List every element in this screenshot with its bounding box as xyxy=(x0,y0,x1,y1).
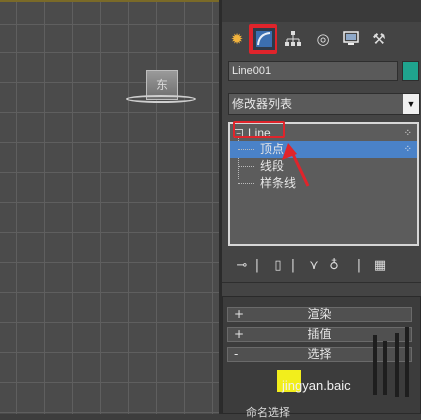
grid-line xyxy=(100,2,101,414)
grid-line xyxy=(0,322,219,323)
grid-line xyxy=(0,24,219,25)
grid-line xyxy=(0,172,219,173)
grid-line xyxy=(44,2,45,414)
grid-line xyxy=(0,232,219,233)
viewcube-ring[interactable] xyxy=(126,95,196,103)
command-panel: ✹ ◎ ⚒ Line001 修改器列表 ▼ − Line ⁘ 顶点 ⁘ 线段 样… xyxy=(222,0,421,419)
grid-line xyxy=(0,202,219,203)
grid-line xyxy=(184,2,185,414)
grid-line xyxy=(0,352,219,353)
grid-line xyxy=(0,52,219,53)
grid-line xyxy=(128,2,129,414)
grid-line xyxy=(0,262,219,263)
grid-line xyxy=(72,2,73,414)
grid-line xyxy=(0,382,219,383)
grid-line xyxy=(156,2,157,414)
grid-line xyxy=(0,292,219,293)
grid-line xyxy=(0,112,219,113)
grid-line xyxy=(0,82,219,83)
viewport[interactable]: 东 xyxy=(0,0,219,414)
annotation-arrow-icon xyxy=(282,143,310,187)
grid-line xyxy=(16,2,17,414)
grid-line xyxy=(0,412,219,413)
grid-line xyxy=(0,142,219,143)
grid-line xyxy=(212,2,213,414)
